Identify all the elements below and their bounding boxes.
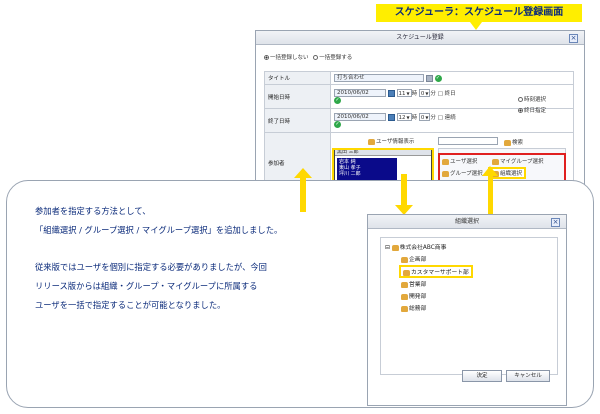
search-label: 検索	[512, 140, 524, 146]
time-select-option[interactable]: 時刻選択	[518, 95, 546, 103]
note-line: ユーザを一括で指定することが可能となりました。	[35, 300, 226, 310]
search-icon	[504, 139, 511, 146]
start-min-unit: 分	[430, 90, 436, 97]
search-input[interactable]	[438, 137, 498, 145]
title-cell: 打ち合わせ ✓	[330, 71, 574, 85]
title-label: タイトル	[264, 71, 331, 85]
calendar-icon[interactable]	[387, 113, 395, 121]
note-line: 「組織選択 / グループ選択 / マイグループ選択」を追加しました。	[35, 225, 283, 235]
insert-icon[interactable]	[425, 74, 433, 82]
radio-bulk-off[interactable]	[264, 55, 269, 60]
close-icon[interactable]: ×	[569, 34, 578, 43]
org-icon	[401, 293, 408, 300]
start-allday-checkbox[interactable]: □ 終日	[438, 91, 456, 97]
tree-node[interactable]: 企画部	[401, 254, 426, 263]
tree-node[interactable]: 開発部	[401, 291, 426, 300]
tree-node-label: 営業部	[409, 282, 427, 288]
end-date-input[interactable]: 2010/06/02	[334, 113, 386, 122]
note-line: 参加者を指定する方法として、	[35, 206, 151, 216]
date-specify-label: 終日指定	[524, 108, 547, 114]
date-specify-option[interactable]: 終日指定	[518, 106, 546, 114]
start-hour-select[interactable]: 11	[396, 89, 412, 98]
time-select-label: 時刻選択	[524, 97, 547, 103]
start-min-select[interactable]: 0	[418, 89, 431, 98]
user-icon	[368, 138, 375, 145]
user-info-display-link[interactable]: ユーザ情報表示	[368, 137, 414, 145]
tree-node-label: 開発部	[409, 294, 427, 300]
arrow-head	[294, 168, 312, 178]
tree-node[interactable]: 営業部	[401, 279, 426, 288]
cancel-button[interactable]: キャンセル	[506, 370, 550, 382]
check-icon: ✓	[334, 121, 341, 129]
tree-node[interactable]: 総務部	[401, 303, 426, 312]
start-label: 開始日時	[264, 84, 331, 109]
user-info-display-label: ユーザ情報表示	[376, 139, 415, 145]
note-line: リリース版からは組織・グループ・マイグループに所属する	[35, 281, 258, 291]
arrow-head	[482, 166, 498, 176]
bulk-register-options: 一括登録しない 一括登録する	[264, 53, 352, 61]
dialog-title: 組織選択	[368, 215, 566, 229]
radio-bulk-off-label: 一括登録しない	[270, 55, 309, 61]
check-icon: ✓	[334, 97, 341, 105]
end-repeat-checkbox[interactable]: □ 連続	[438, 115, 456, 121]
check-icon: ✓	[434, 74, 442, 82]
radio-bulk-on[interactable]	[313, 55, 319, 60]
org-icon	[401, 256, 408, 263]
org-tree: ⊟ 株式会社ABC商事 企画部 カスタマーサポート部 営業部 開発部 総務部	[380, 237, 558, 375]
org-icon	[403, 269, 410, 276]
tree-node-selected[interactable]: カスタマーサポート部	[399, 265, 473, 278]
radio-bulk-on-label: 一括登録する	[319, 55, 353, 61]
window-title: スケジュール登録	[256, 31, 584, 45]
company-icon	[391, 244, 399, 251]
ok-button[interactable]: 決定	[462, 370, 502, 382]
end-label: 終了日時	[264, 108, 331, 133]
org-icon	[401, 281, 408, 288]
calendar-icon[interactable]	[387, 89, 395, 97]
arrow-org	[401, 174, 407, 206]
page-caption-banner: スケジューラ：スケジュール登録画面	[376, 4, 582, 22]
close-icon[interactable]: ×	[551, 218, 560, 227]
start-hour-unit: 時	[411, 90, 418, 97]
tree-node-label: 総務部	[409, 306, 427, 312]
radio-date-specify[interactable]	[518, 108, 523, 113]
tree-node-label: 企画部	[409, 257, 427, 263]
banner-pointer	[470, 22, 482, 30]
title-input[interactable]: 打ち合わせ	[334, 74, 424, 82]
note-line: 従来版ではユーザを個別に指定する必要がありましたが、今回	[35, 262, 267, 272]
end-min-unit: 分	[430, 114, 436, 121]
start-date-input[interactable]: 2010/06/02	[334, 89, 386, 98]
radio-time-select[interactable]	[518, 97, 523, 102]
tree-root-label: 株式会社ABC商事	[399, 245, 447, 251]
end-min-select[interactable]: 0	[418, 113, 431, 122]
search-button[interactable]: 検索	[504, 138, 523, 146]
end-hour-select[interactable]: 12	[396, 113, 412, 122]
org-icon	[401, 305, 408, 312]
tree-node-label: カスタマーサポート部	[411, 270, 469, 276]
tree-root[interactable]: ⊟ 株式会社ABC商事	[385, 242, 446, 251]
arrow-participants	[300, 176, 306, 212]
end-hour-unit: 時	[411, 114, 418, 121]
